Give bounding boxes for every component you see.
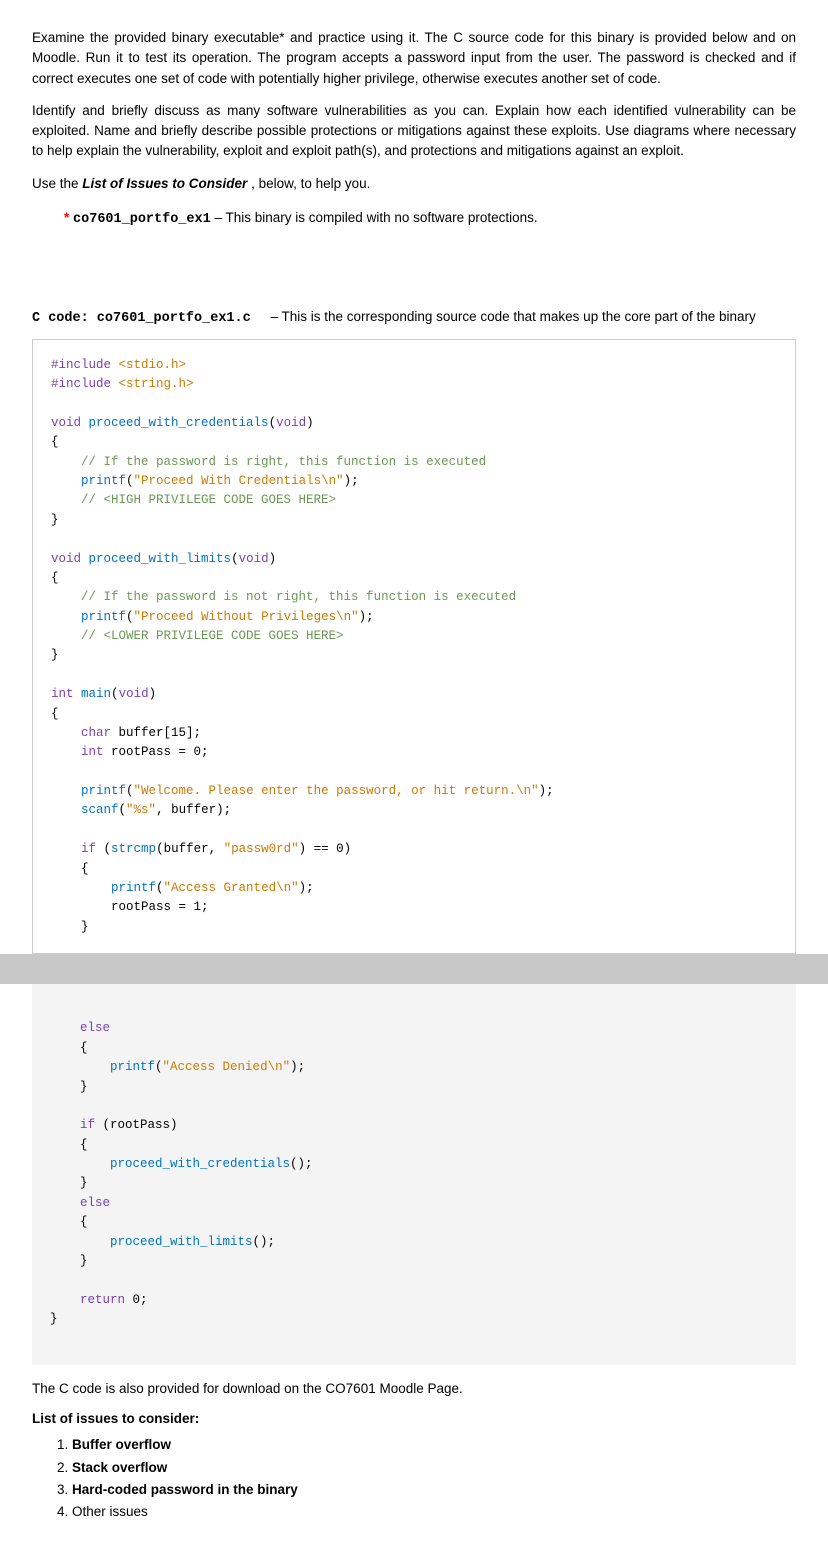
code-block-1: #include <stdio.h> #include <string.h> v… bbox=[32, 339, 796, 954]
issues-list: Buffer overflow Stack overflow Hard-code… bbox=[72, 1435, 796, 1522]
code-line: // <LOWER PRIVILEGE CODE GOES HERE> bbox=[51, 627, 777, 646]
asterisk-desc: – This binary is compiled with no softwa… bbox=[211, 210, 538, 225]
code-line: else bbox=[50, 1019, 778, 1038]
code-line: printf("Proceed Without Privileges\n"); bbox=[51, 608, 777, 627]
code-line: { bbox=[51, 569, 777, 588]
list-issues-heading: List of issues to consider: bbox=[32, 1409, 796, 1429]
list-item: Stack overflow bbox=[72, 1458, 796, 1478]
intro-p3-start: Use the bbox=[32, 176, 82, 191]
code-filename: C code: co7601_portfo_ex1.c bbox=[32, 311, 251, 326]
code-line: return 0; bbox=[50, 1291, 778, 1310]
code-line: } bbox=[51, 918, 777, 937]
issue-4: Other issues bbox=[72, 1504, 148, 1519]
code-line: #include <string.h> bbox=[51, 375, 777, 394]
code-line: proceed_with_credentials(); bbox=[50, 1155, 778, 1174]
intro-paragraph3: Use the List of Issues to Consider , bel… bbox=[32, 174, 796, 194]
binary-name: co7601_portfo_ex1 bbox=[73, 212, 211, 227]
code-line: if (strcmp(buffer, "passw0rd") == 0) bbox=[51, 840, 777, 859]
code-line: { bbox=[51, 433, 777, 452]
code-line: { bbox=[50, 1039, 778, 1058]
code-block-2: else { printf("Access Denied\n"); } if (… bbox=[32, 984, 796, 1365]
code-line: rootPass = 1; bbox=[51, 898, 777, 917]
code-heading: C code: co7601_portfo_ex1.c – This is th… bbox=[32, 307, 796, 329]
issue-3: Hard-coded password in the binary bbox=[72, 1482, 298, 1497]
code-line: printf("Access Denied\n"); bbox=[50, 1058, 778, 1077]
code-line: int rootPass = 0; bbox=[51, 743, 777, 762]
page-container: Examine the provided binary executable* … bbox=[0, 0, 828, 1548]
code-line: printf("Access Granted\n"); bbox=[51, 879, 777, 898]
code-line: { bbox=[51, 705, 777, 724]
code-line: printf("Welcome. Please enter the passwo… bbox=[51, 782, 777, 801]
code-line: // If the password is not right, this fu… bbox=[51, 588, 777, 607]
code-line: } bbox=[51, 646, 777, 665]
code-line: { bbox=[50, 1136, 778, 1155]
code-line: else bbox=[50, 1194, 778, 1213]
intro-italic: List of Issues to Consider bbox=[82, 176, 247, 191]
red-star: * bbox=[64, 210, 73, 225]
code-line: } bbox=[50, 1174, 778, 1193]
intro-section: Examine the provided binary executable* … bbox=[32, 28, 796, 194]
list-item: Buffer overflow bbox=[72, 1435, 796, 1455]
intro-paragraph2: Identify and briefly discuss as many sof… bbox=[32, 101, 796, 162]
code-line: { bbox=[51, 860, 777, 879]
intro-p3-end: , below, to help you. bbox=[251, 176, 370, 191]
code-desc: – This is the corresponding source code … bbox=[271, 309, 756, 324]
issue-1: Buffer overflow bbox=[72, 1437, 171, 1452]
code-line: // <HIGH PRIVILEGE CODE GOES HERE> bbox=[51, 491, 777, 510]
code-line: scanf("%s", buffer); bbox=[51, 801, 777, 820]
code-line: char buffer[15]; bbox=[51, 724, 777, 743]
code-line: proceed_with_limits(); bbox=[50, 1233, 778, 1252]
code-line: printf("Proceed With Credentials\n"); bbox=[51, 472, 777, 491]
code-line: } bbox=[50, 1078, 778, 1097]
code-line: // If the password is right, this functi… bbox=[51, 453, 777, 472]
code-line: #include <stdio.h> bbox=[51, 356, 777, 375]
issue-2: Stack overflow bbox=[72, 1460, 167, 1475]
code-line: { bbox=[50, 1213, 778, 1232]
code-line: void proceed_with_credentials(void) bbox=[51, 414, 777, 433]
code-line: } bbox=[51, 511, 777, 530]
code-line: } bbox=[50, 1310, 778, 1329]
intro-paragraph1: Examine the provided binary executable* … bbox=[32, 28, 796, 89]
code-line: int main(void) bbox=[51, 685, 777, 704]
code-line: } bbox=[50, 1252, 778, 1271]
list-item: Hard-coded password in the binary bbox=[72, 1480, 796, 1500]
section-divider bbox=[0, 954, 828, 984]
footer-moodle-text: The C code is also provided for download… bbox=[32, 1379, 796, 1399]
code-line: if (rootPass) bbox=[50, 1116, 778, 1135]
list-item: Other issues bbox=[72, 1502, 796, 1522]
code-line: void proceed_with_limits(void) bbox=[51, 550, 777, 569]
asterisk-note: * co7601_portfo_ex1 – This binary is com… bbox=[64, 208, 796, 230]
